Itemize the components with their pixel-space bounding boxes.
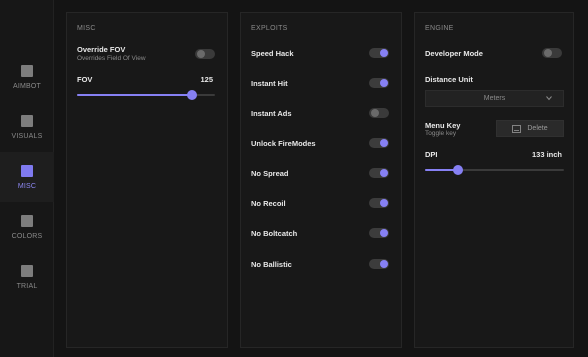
colors-icon bbox=[21, 214, 33, 227]
fov-value: 125 bbox=[200, 75, 213, 84]
menu-key-button[interactable]: Delete bbox=[496, 120, 564, 137]
slider-thumb[interactable] bbox=[453, 165, 464, 175]
instant-hit-toggle[interactable] bbox=[369, 78, 389, 88]
speed-hack-label: Speed Hack bbox=[251, 49, 294, 58]
panel-title: ENGINE bbox=[425, 25, 454, 32]
override-fov-label: Override FOV bbox=[77, 45, 126, 54]
speed-hack-toggle[interactable] bbox=[369, 48, 389, 58]
sidebar-item-label: VISUALS bbox=[11, 132, 43, 140]
instant-hit-label: Instant Hit bbox=[251, 79, 288, 88]
sidebar-item-colors[interactable]: COLORS bbox=[0, 202, 54, 252]
no-recoil-toggle[interactable] bbox=[369, 198, 389, 208]
fov-slider[interactable] bbox=[77, 90, 215, 100]
dpi-slider[interactable] bbox=[425, 165, 564, 175]
override-fov-description: Overrides Field Of View bbox=[77, 55, 146, 62]
override-fov-toggle[interactable] bbox=[195, 49, 215, 59]
engine-panel: ENGINE Developer Mode Distance Unit Mete… bbox=[414, 12, 574, 348]
no-boltcatch-toggle[interactable] bbox=[369, 228, 389, 238]
no-boltcatch-label: No Boltcatch bbox=[251, 229, 298, 238]
dpi-value: 133 inch bbox=[531, 150, 562, 159]
dpi-label: DPI bbox=[425, 150, 438, 159]
unlock-firemodes-label: Unlock FireModes bbox=[251, 139, 316, 148]
aimbot-icon bbox=[21, 64, 33, 77]
menu-key-label: Menu Key bbox=[425, 121, 461, 130]
slider-thumb[interactable] bbox=[186, 90, 197, 100]
instant-ads-label: Instant Ads bbox=[251, 109, 292, 118]
toggle-knob bbox=[380, 49, 388, 57]
no-spread-label: No Spread bbox=[251, 169, 289, 178]
exploits-panel: EXPLOITS Speed Hack Instant Hit Instant … bbox=[240, 12, 402, 348]
menu-key-value: Delete bbox=[527, 125, 548, 132]
toggle-knob bbox=[380, 260, 388, 268]
instant-ads-toggle[interactable] bbox=[369, 108, 389, 118]
toggle-knob bbox=[371, 109, 379, 117]
chevron-down-icon bbox=[546, 96, 552, 101]
no-ballistic-toggle[interactable] bbox=[369, 259, 389, 269]
toggle-knob bbox=[380, 229, 388, 237]
sidebar-item-misc[interactable]: MISC bbox=[0, 152, 54, 202]
sidebar-item-aimbot[interactable]: AIMBOT bbox=[0, 52, 54, 102]
toggle-knob bbox=[544, 49, 552, 57]
toggle-knob bbox=[197, 50, 205, 58]
menu-key-description: Toggle key bbox=[425, 130, 457, 137]
visuals-icon bbox=[21, 114, 33, 127]
sidebar-item-label: MISC bbox=[17, 182, 37, 190]
sidebar-item-visuals[interactable]: VISUALS bbox=[0, 102, 54, 152]
developer-mode-toggle[interactable] bbox=[542, 48, 562, 58]
keyboard-icon bbox=[512, 124, 522, 133]
slider-fill bbox=[77, 94, 192, 96]
no-ballistic-label: No Ballistic bbox=[251, 260, 292, 269]
sidebar-item-trial[interactable]: TRIAL bbox=[0, 252, 54, 302]
panel-title: MISC bbox=[77, 25, 96, 32]
toggle-knob bbox=[380, 79, 388, 87]
no-spread-toggle[interactable] bbox=[369, 168, 389, 178]
sidebar-item-label: TRIAL bbox=[16, 282, 38, 290]
toggle-knob bbox=[380, 199, 388, 207]
toggle-knob bbox=[380, 169, 388, 177]
distance-unit-dropdown[interactable]: Meters bbox=[425, 90, 564, 107]
panel-title: EXPLOITS bbox=[251, 25, 288, 32]
misc-icon bbox=[21, 164, 33, 177]
distance-unit-label: Distance Unit bbox=[425, 75, 473, 84]
sidebar: AIMBOT VISUALS MISC COLORS TRIAL bbox=[0, 0, 54, 357]
unlock-firemodes-toggle[interactable] bbox=[369, 138, 389, 148]
fov-label: FOV bbox=[77, 75, 93, 84]
distance-unit-value: Meters bbox=[483, 95, 506, 102]
misc-panel: MISC Override FOV Overrides Field Of Vie… bbox=[66, 12, 228, 348]
no-recoil-label: No Recoil bbox=[251, 199, 286, 208]
developer-mode-label: Developer Mode bbox=[425, 49, 483, 58]
sidebar-item-label: COLORS bbox=[11, 232, 43, 240]
trial-icon bbox=[21, 264, 33, 277]
sidebar-item-label: AIMBOT bbox=[12, 82, 42, 90]
toggle-knob bbox=[380, 139, 388, 147]
